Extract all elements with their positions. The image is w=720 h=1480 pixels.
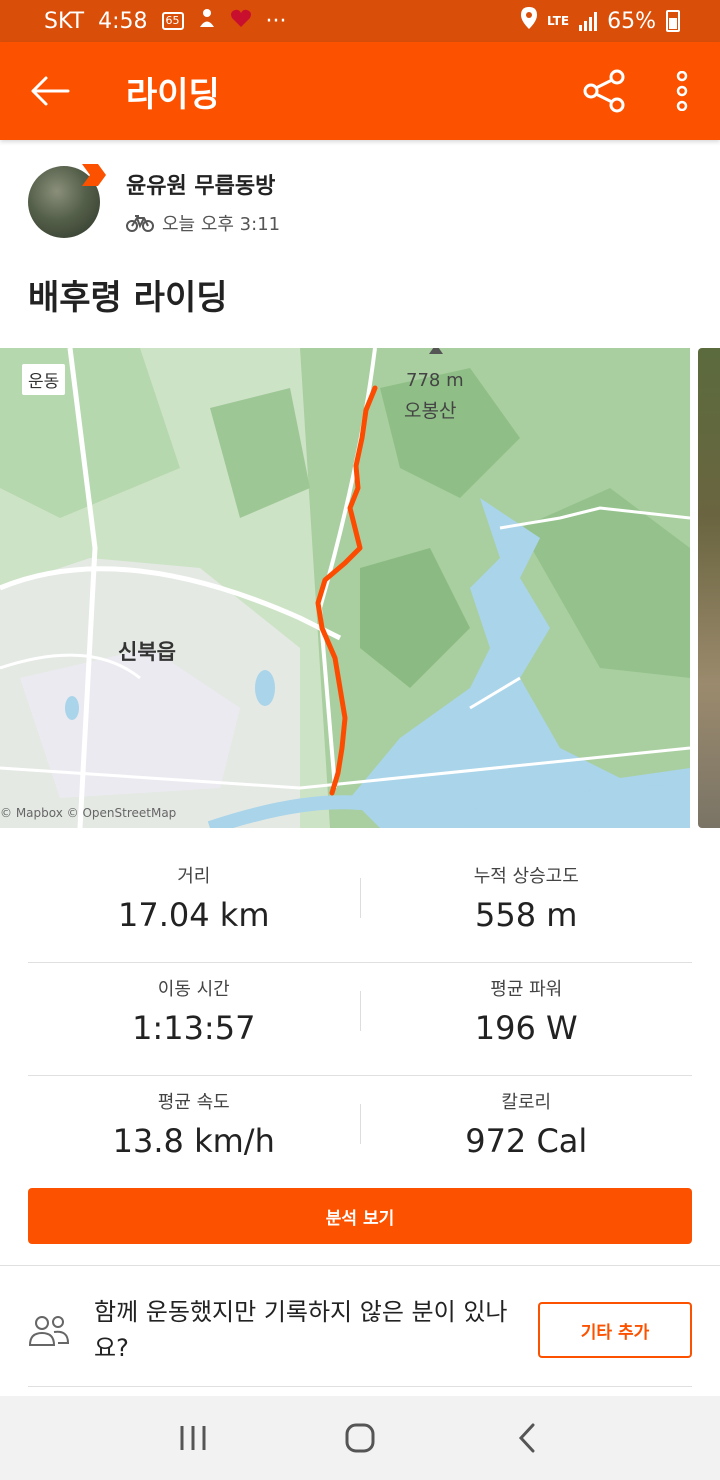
location-icon <box>521 7 537 35</box>
stat-calories: 칼로리 972 Cal <box>361 1076 693 1189</box>
section-divider <box>28 1386 692 1387</box>
stat-label: 칼로리 <box>361 1088 693 1114</box>
stat-label: 이동 시간 <box>28 975 360 1001</box>
group-prompt-text: 함께 운동했지만 기록하지 않은 분이 있나요? <box>94 1294 524 1366</box>
route-map[interactable]: 운동 © Mapbox © OpenStreetMap <box>0 348 690 828</box>
status-right: LTE 65% <box>521 7 680 35</box>
athlete-header[interactable]: 윤유원 무릅동방 오늘 오후 3:11 <box>28 166 280 238</box>
activity-photo-preview[interactable] <box>698 348 720 828</box>
status-left: SKT 4:58 65 ··· <box>44 8 287 34</box>
system-nav-bar <box>0 1396 720 1480</box>
heart-notification-icon <box>230 8 252 34</box>
athlete-name[interactable]: 윤유원 무릅동방 <box>126 168 280 200</box>
peak-elevation-label: 778 m <box>406 370 464 391</box>
chevron-left-icon <box>518 1423 536 1453</box>
activity-meta: 오늘 오후 3:11 <box>126 210 280 236</box>
add-others-button[interactable]: 기타 추가 <box>538 1302 692 1358</box>
stat-label: 거리 <box>28 862 360 888</box>
stat-label: 평균 파워 <box>361 975 693 1001</box>
stat-avg-power: 평균 파워 196 W <box>361 963 693 1075</box>
stats-row: 평균 속도 13.8 km/h 칼로리 972 Cal <box>28 1076 692 1189</box>
map-attribution: © Mapbox © OpenStreetMap <box>0 806 176 820</box>
stat-value: 17.04 km <box>28 896 360 934</box>
town-label: 신북읍 <box>118 636 176 666</box>
stat-avg-speed: 평균 속도 13.8 km/h <box>28 1076 360 1189</box>
notification-count-icon: 65 <box>162 12 184 30</box>
home-icon <box>345 1423 375 1453</box>
activity-title: 배후령 라이딩 <box>28 270 228 319</box>
network-type: LTE <box>547 14 569 28</box>
back-arrow-icon <box>30 75 70 107</box>
stat-value: 558 m <box>361 896 693 934</box>
clock: 4:58 <box>98 9 147 34</box>
stats-row: 이동 시간 1:13:57 평균 파워 196 W <box>28 963 692 1076</box>
map-badge: 운동 <box>22 364 65 395</box>
battery-percent: 65% <box>607 9 656 34</box>
system-back-button[interactable] <box>487 1408 567 1468</box>
stat-value: 13.8 km/h <box>28 1122 360 1160</box>
person-notification-icon <box>198 8 216 34</box>
stat-value: 1:13:57 <box>28 1009 360 1047</box>
share-icon <box>583 69 625 113</box>
avatar[interactable] <box>28 166 100 238</box>
more-options-button[interactable] <box>644 42 720 140</box>
stats-grid: 거리 17.04 km 누적 상승고도 558 m 이동 시간 1:13:57 … <box>28 850 692 1189</box>
athlete-info: 윤유원 무릅동방 오늘 오후 3:11 <box>126 168 280 236</box>
stats-row: 거리 17.04 km 누적 상승고도 558 m <box>28 850 692 963</box>
section-divider <box>0 1265 720 1266</box>
battery-icon <box>666 10 680 32</box>
stat-elevation-gain: 누적 상승고도 558 m <box>361 850 693 962</box>
stat-label: 누적 상승고도 <box>361 862 693 888</box>
activity-time: 오늘 오후 3:11 <box>162 210 280 236</box>
map-terrain <box>0 348 690 828</box>
back-button[interactable] <box>0 42 100 140</box>
stat-value: 972 Cal <box>361 1122 693 1160</box>
share-button[interactable] <box>564 42 644 140</box>
home-button[interactable] <box>320 1408 400 1468</box>
peak-name-label: 오봉산 <box>404 396 456 423</box>
recent-apps-button[interactable] <box>153 1408 233 1468</box>
subscriber-badge-icon <box>80 162 106 188</box>
stat-value: 196 W <box>361 1009 693 1047</box>
carrier-label: SKT <box>44 9 84 34</box>
stat-label: 평균 속도 <box>28 1088 360 1114</box>
stat-moving-time: 이동 시간 1:13:57 <box>28 963 360 1075</box>
app-bar: 라이딩 <box>0 42 720 140</box>
view-analysis-button[interactable]: 분석 보기 <box>28 1188 692 1244</box>
recent-apps-icon <box>179 1425 207 1451</box>
bicycle-icon <box>126 214 154 232</box>
app-actions <box>564 42 720 140</box>
more-vertical-icon <box>675 71 689 111</box>
status-bar: SKT 4:58 65 ··· LTE 65% <box>0 0 720 42</box>
page-title: 라이딩 <box>126 67 220 116</box>
group-activity-prompt: 함께 운동했지만 기록하지 않은 분이 있나요? 기타 추가 <box>28 1285 692 1375</box>
stat-distance: 거리 17.04 km <box>28 850 360 962</box>
signal-icon <box>579 11 597 31</box>
more-notifications: ··· <box>266 9 287 34</box>
people-icon <box>28 1313 70 1347</box>
